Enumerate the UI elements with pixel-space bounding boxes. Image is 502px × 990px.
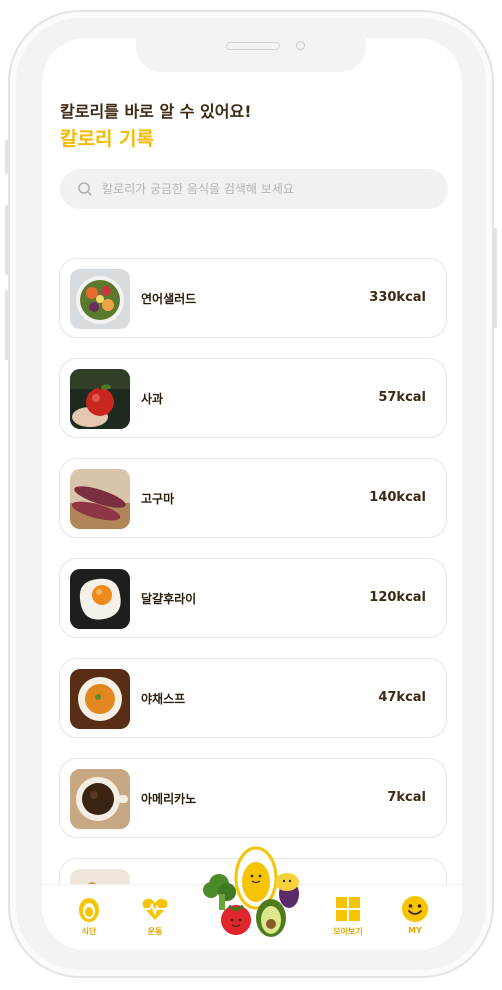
nav-item-exercise[interactable]: 운동 [128,895,182,945]
page-title: 칼로리 기록 [60,128,155,150]
food-card-salmon-salad[interactable]: 연어샐러드 330kcal [59,258,447,338]
fried-egg-photo [70,569,130,629]
nav-item-diet[interactable]: 식단 [62,895,116,945]
salad-photo [70,269,130,329]
food-name: 연어샐러드 [141,292,197,306]
food-kcal: 140kcal [369,490,426,505]
phone-notch [136,38,366,72]
nav-label-overview: 모아보기 [333,927,363,936]
grid-icon [336,897,360,921]
nav-label-my: MY [408,926,422,935]
food-name: 고구마 [141,492,175,506]
page-subtitle: 칼로리를 바로 알 수 있어요! [60,102,252,121]
nav-item-my[interactable]: MY [388,895,442,945]
app-screen: 칼로리를 바로 알 수 있어요! 칼로리 기록 연어샐러드 330kcal [42,38,462,950]
egg-icon [79,898,99,922]
food-kcal: 330kcal [369,290,426,305]
search-bar[interactable] [60,169,448,209]
food-card-apple[interactable]: 사과 57kcal [59,358,447,438]
food-kcal: 57kcal [378,390,426,405]
front-camera [296,41,305,50]
food-card-americano[interactable]: 아메리카노 7kcal [59,758,447,838]
food-name: 달걀후라이 [141,592,197,606]
food-card-sweet-potato[interactable]: 고구마 140kcal [59,458,447,538]
food-card-fried-egg[interactable]: 달걀후라이 120kcal [59,558,447,638]
food-mascot-button[interactable] [199,844,309,940]
phone-power-button [493,228,497,328]
food-card-vegetable-soup[interactable]: 야채스프 47kcal [59,658,447,738]
search-input[interactable] [102,169,432,209]
vegetable-soup-photo [70,669,130,729]
food-kcal: 47kcal [378,690,426,705]
phone-side-button [5,140,9,174]
food-kcal: 7kcal [387,790,426,805]
apple-photo [70,369,130,429]
nav-item-overview[interactable]: 모아보기 [321,895,375,945]
nav-label-exercise: 운동 [147,927,163,936]
speaker-grille [226,42,280,50]
phone-volume-down-button [5,290,9,360]
phone-volume-up-button [5,205,9,275]
smiley-icon [402,896,428,922]
food-name: 사과 [141,392,164,406]
search-icon [78,182,92,196]
sweet-potato-photo [70,469,130,529]
heart-pulse-icon [142,898,168,920]
food-name: 야채스프 [141,692,186,706]
americano-photo [70,769,130,829]
nav-label-diet: 식단 [81,927,97,936]
food-name: 아메리카노 [141,792,197,806]
food-kcal: 120kcal [369,590,426,605]
